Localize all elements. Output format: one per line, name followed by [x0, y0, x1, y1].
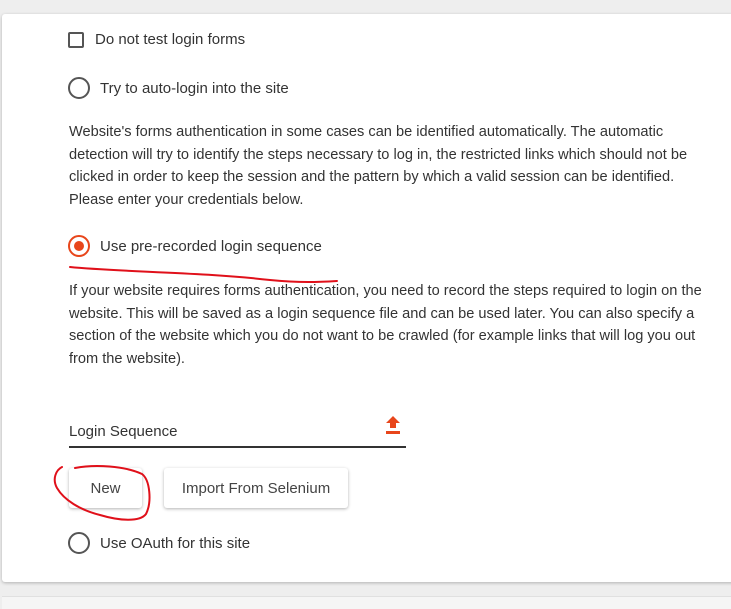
pre-recorded-description: If your website requires forms authentic…	[69, 283, 702, 367]
no-test-checkbox[interactable]	[68, 31, 84, 48]
new-button[interactable]: New	[69, 468, 142, 508]
no-test-label: Do not test login forms	[95, 31, 246, 48]
oauth-radio[interactable]	[68, 532, 90, 554]
oauth-label: Use OAuth for this site	[100, 534, 251, 552]
auto-login-radio[interactable]	[68, 77, 90, 99]
auto-login-description: Website's forms authentication in some c…	[69, 124, 688, 208]
login-sequence-field[interactable]: Login Sequence	[69, 415, 406, 448]
option-oauth[interactable]: Use OAuth for this site	[68, 532, 250, 554]
pre-recorded-label: Use pre-recorded login sequence	[100, 237, 322, 255]
upload-icon[interactable]	[384, 416, 402, 436]
pre-recorded-radio[interactable]	[68, 235, 90, 257]
login-sequence-label: Login Sequence	[69, 423, 178, 440]
auto-login-label: Try to auto-login into the site	[100, 79, 289, 97]
option-pre-recorded[interactable]: Use pre-recorded login sequence	[68, 235, 322, 257]
option-auto-login[interactable]: Try to auto-login into the site	[68, 77, 289, 99]
option-no-test[interactable]: Do not test login forms	[68, 31, 245, 48]
import-from-selenium-button[interactable]: Import From Selenium	[164, 468, 348, 508]
